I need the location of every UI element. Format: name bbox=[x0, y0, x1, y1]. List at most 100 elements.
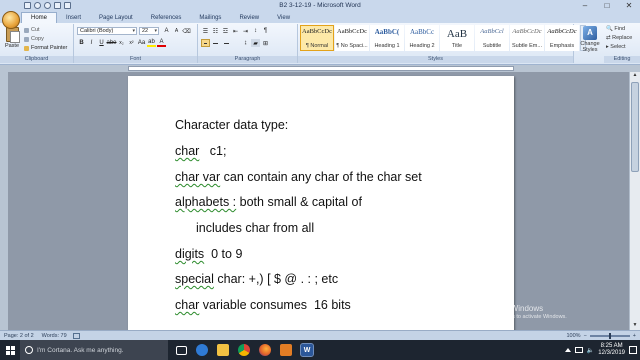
shading-icon[interactable]: ▰ bbox=[251, 39, 260, 47]
zoom-in-icon[interactable]: + bbox=[633, 333, 636, 339]
doc-line: char var can contain any char of the cha… bbox=[175, 170, 422, 184]
decrease-indent-icon[interactable]: ⇤ bbox=[231, 27, 240, 35]
style-subtle-emphasis[interactable]: AaBbCcDc Subtle Em... bbox=[510, 25, 544, 51]
grow-font-icon[interactable]: A bbox=[162, 27, 171, 35]
word-count[interactable]: Words: 79 bbox=[38, 333, 71, 339]
word-taskbar-icon[interactable]: W bbox=[300, 343, 314, 357]
strikethrough-icon[interactable]: abe bbox=[107, 39, 117, 47]
font-color-icon[interactable]: A bbox=[157, 39, 166, 47]
paste-button[interactable]: Paste bbox=[4, 27, 20, 51]
italic-icon[interactable]: I bbox=[87, 39, 96, 47]
vertical-scrollbar[interactable]: ▲ ▼ bbox=[629, 72, 640, 330]
office-button[interactable] bbox=[2, 11, 20, 29]
format-painter-button[interactable]: Format Painter bbox=[24, 45, 67, 51]
vertical-ruler[interactable] bbox=[0, 72, 8, 330]
style-no-spacing[interactable]: AaBbCcDc ¶ No Spaci... bbox=[335, 25, 369, 51]
notifications-icon[interactable] bbox=[629, 346, 637, 354]
paragraph-group: ☰ ☷ ☲ ⇤ ⇥ ↕ ¶ ↨ ▰ ⊞ Paragraph bbox=[198, 24, 298, 63]
tab-home[interactable]: Home bbox=[21, 12, 58, 23]
superscript-icon[interactable]: x² bbox=[127, 39, 136, 47]
find-button[interactable]: 🔍 Find bbox=[606, 25, 632, 34]
justify-icon[interactable] bbox=[231, 39, 240, 47]
window-title: B2 3-12-19 - Microsoft Word bbox=[279, 2, 361, 9]
shrink-font-icon[interactable]: A bbox=[172, 27, 181, 35]
tab-page-layout[interactable]: Page Layout bbox=[90, 12, 142, 23]
tab-references[interactable]: References bbox=[142, 12, 191, 23]
zoom-out-icon[interactable]: − bbox=[584, 333, 587, 339]
underline-icon[interactable]: U bbox=[97, 39, 106, 47]
paintbrush-icon bbox=[24, 45, 29, 51]
minimize-button[interactable]: – bbox=[574, 0, 596, 11]
task-view-icon[interactable] bbox=[176, 345, 187, 355]
doc-line: digits 0 to 9 bbox=[175, 247, 243, 261]
zoom-slider[interactable] bbox=[589, 332, 630, 339]
align-center-icon[interactable] bbox=[211, 39, 220, 47]
network-icon[interactable] bbox=[574, 347, 583, 353]
sort-icon[interactable]: ↕ bbox=[251, 27, 260, 35]
file-explorer-icon[interactable] bbox=[217, 344, 229, 356]
borders-icon[interactable]: ⊞ bbox=[261, 39, 270, 47]
zoom-level[interactable]: 100% bbox=[566, 333, 580, 339]
style-title[interactable]: AaB Title bbox=[440, 25, 474, 51]
tab-insert[interactable]: Insert bbox=[57, 12, 90, 23]
doc-line: special char: +,) [ $ @ . : ; etc bbox=[175, 272, 339, 286]
scroll-up-icon[interactable]: ▲ bbox=[630, 72, 640, 80]
highlight-icon[interactable]: ab bbox=[147, 39, 156, 47]
clipboard-group-label: Clipboard bbox=[0, 56, 73, 63]
align-right-icon[interactable] bbox=[221, 39, 230, 47]
edge-icon[interactable] bbox=[196, 344, 208, 356]
print-preview-icon[interactable] bbox=[54, 2, 61, 9]
close-button[interactable]: ✕ bbox=[618, 0, 640, 11]
horizontal-ruler[interactable] bbox=[0, 65, 640, 72]
maximize-button[interactable]: □ bbox=[596, 0, 618, 11]
chrome-icon[interactable] bbox=[238, 344, 250, 356]
editing-group: 🔍 Find ⇄ Replace ▸ Select bbox=[606, 25, 632, 52]
show-marks-icon[interactable]: ¶ bbox=[261, 27, 270, 35]
bullets-icon[interactable]: ☰ bbox=[201, 27, 210, 35]
style-heading-2[interactable]: AaBbCc Heading 2 bbox=[405, 25, 439, 51]
style-emphasis[interactable]: AaBbCcDc Emphasis bbox=[545, 25, 579, 51]
style-subtitle[interactable]: AaBbCcl Subtitle bbox=[475, 25, 509, 51]
scroll-down-icon[interactable]: ▼ bbox=[630, 322, 640, 330]
volume-icon[interactable]: 🔈 bbox=[587, 347, 594, 354]
subscript-icon[interactable]: x₂ bbox=[117, 39, 126, 47]
scrollbar-thumb[interactable] bbox=[631, 82, 639, 172]
redo-icon[interactable] bbox=[44, 2, 51, 9]
taskbar: I'm Cortana. Ask me anything. W 🔈 8:25 A… bbox=[0, 340, 640, 360]
replace-button[interactable]: ⇄ Replace bbox=[606, 34, 632, 43]
proofing-icon[interactable] bbox=[72, 332, 80, 339]
cortana-search[interactable]: I'm Cortana. Ask me anything. bbox=[20, 340, 168, 360]
undo-icon[interactable] bbox=[34, 2, 41, 9]
start-button[interactable] bbox=[0, 340, 20, 360]
windows-icon bbox=[5, 345, 15, 355]
copy-button[interactable]: Copy bbox=[24, 36, 44, 42]
align-left-icon[interactable] bbox=[201, 39, 210, 47]
change-case-icon[interactable]: Aa bbox=[137, 39, 146, 47]
tab-mailings[interactable]: Mailings bbox=[190, 12, 230, 23]
style-heading-1[interactable]: AaBbC( Heading 1 bbox=[370, 25, 404, 51]
style-normal[interactable]: AaBbCcDc ¶ Normal bbox=[300, 25, 334, 51]
clock[interactable]: 8:25 AM 12/3/2019 bbox=[598, 343, 625, 357]
bold-icon[interactable]: B bbox=[77, 39, 86, 47]
quick-print-icon[interactable] bbox=[64, 2, 71, 9]
show-hidden-icons-icon[interactable] bbox=[564, 348, 571, 352]
change-styles-button[interactable]: A Change Styles bbox=[576, 26, 604, 53]
tab-view[interactable]: View bbox=[268, 12, 299, 23]
firefox-icon[interactable] bbox=[259, 344, 271, 356]
clear-formatting-icon[interactable]: ⌫ bbox=[182, 27, 191, 35]
cut-button[interactable]: Cut bbox=[24, 27, 40, 33]
tab-review[interactable]: Review bbox=[230, 12, 268, 23]
font-size-dropdown[interactable]: 22 bbox=[139, 27, 159, 35]
change-styles-icon: A bbox=[583, 26, 597, 40]
document-page[interactable]: Character data type: char c1; char var c… bbox=[128, 76, 514, 330]
media-player-icon[interactable] bbox=[280, 344, 292, 356]
increase-indent-icon[interactable]: ⇥ bbox=[241, 27, 250, 35]
save-icon[interactable] bbox=[24, 2, 31, 9]
font-name-dropdown[interactable]: Calibri (Body) bbox=[77, 27, 137, 35]
page-count[interactable]: Page: 2 of 2 bbox=[0, 333, 38, 339]
numbering-icon[interactable]: ☷ bbox=[211, 27, 220, 35]
multilevel-list-icon[interactable]: ☲ bbox=[221, 27, 230, 35]
line-spacing-icon[interactable]: ↨ bbox=[241, 39, 250, 47]
select-button[interactable]: ▸ Select bbox=[606, 43, 632, 52]
status-bar: Page: 2 of 2 Words: 79 100% − + bbox=[0, 330, 640, 340]
